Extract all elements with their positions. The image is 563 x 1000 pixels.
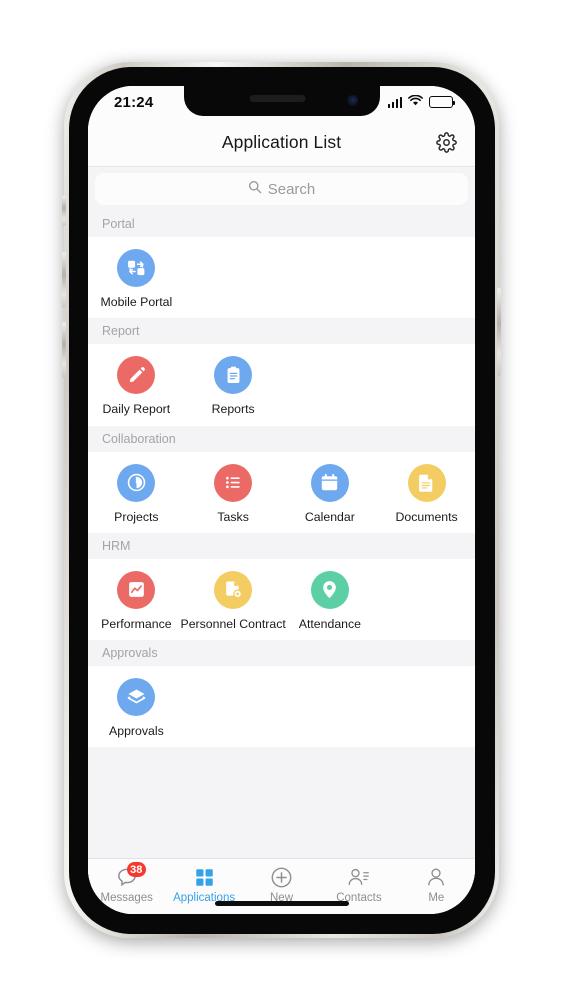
app-label: Performance [101, 616, 172, 631]
mute-switch-button[interactable] [62, 196, 66, 226]
section-header: Collaboration [88, 425, 475, 452]
chart-line-icon [117, 570, 156, 609]
app-item-daily-report[interactable]: Daily Report [88, 356, 185, 417]
section-header: Portal [88, 211, 475, 237]
search-placeholder: Search [267, 180, 316, 198]
app-label: Documents [395, 509, 458, 524]
location-pin-icon [310, 570, 349, 609]
tab-applications[interactable]: Applications [165, 865, 242, 905]
search-bar-container: Search [88, 167, 475, 211]
status-time: 21:24 [114, 93, 154, 111]
section-body: Daily Report Reports [88, 344, 475, 426]
power-button[interactable] [497, 288, 501, 376]
tab-messages[interactable]: 38 Messages [88, 862, 165, 905]
plus-circle-icon [270, 865, 293, 889]
search-input[interactable]: Search [95, 173, 468, 205]
front-camera-icon [346, 95, 358, 106]
tab-label: Messages [100, 892, 153, 904]
app-item-attendance[interactable]: Attendance [282, 570, 379, 631]
notification-badge: 38 [126, 862, 146, 877]
pie-clock-icon [117, 463, 156, 502]
earpiece-speaker [249, 95, 306, 102]
document-clock-icon [214, 570, 253, 609]
volume-down-button[interactable] [62, 322, 66, 378]
section-header: HRM [88, 532, 475, 559]
tab-new[interactable]: New [243, 865, 320, 905]
section-body: Mobile Portal [88, 237, 475, 319]
app-label: Reports [211, 402, 255, 417]
bullet-list-icon [214, 463, 253, 502]
sync-transfer-icon [117, 249, 156, 287]
search-icon [248, 180, 262, 199]
section-body: Performance Personnel Contract Attendance [88, 558, 475, 641]
battery-icon [429, 96, 456, 108]
tab-me[interactable]: Me [398, 865, 475, 905]
section-body: Projects Tasks Calendar Documents [88, 451, 475, 533]
pencil-icon [117, 356, 156, 395]
page-title: Application List [221, 131, 342, 152]
tab-contacts[interactable]: Contacts [320, 865, 397, 905]
section-header: Report [88, 318, 475, 345]
app-item-projects[interactable]: Projects [88, 463, 185, 524]
app-label: Projects [114, 509, 159, 524]
app-item-approvals[interactable]: Approvals [88, 678, 185, 737]
section-header: Approvals [88, 640, 475, 667]
clipboard-icon [214, 356, 253, 395]
app-label: Mobile Portal [100, 295, 173, 309]
status-indicators [387, 93, 456, 111]
gear-icon[interactable] [435, 131, 457, 153]
app-label: Attendance [298, 616, 361, 631]
document-icon [407, 463, 446, 502]
section-body: Approvals [88, 666, 475, 748]
home-indicator [214, 901, 349, 906]
app-label: Calendar [304, 509, 355, 524]
tab-label: Me [428, 892, 445, 904]
wifi-icon [408, 93, 423, 111]
app-item-reports[interactable]: Reports [185, 356, 282, 417]
cellular-signal-icon [387, 96, 402, 108]
volume-up-button[interactable] [62, 252, 66, 308]
phone-screen: 21:24 Application List Search Portal Mob… [88, 86, 475, 914]
nav-bar: Application List [88, 118, 475, 167]
application-list[interactable]: Portal Mobile Portal Report Daily Report Rep… [88, 211, 475, 858]
screenshot-stage: 21:24 Application List Search Portal Mob… [0, 0, 563, 1000]
layers-icon [117, 678, 156, 717]
person-icon [425, 865, 447, 889]
app-item-tasks[interactable]: Tasks [185, 463, 282, 524]
app-label: Personnel Contract [180, 616, 286, 631]
phone-notch [183, 86, 380, 116]
app-item-personnel-contract[interactable]: Personnel Contract [181, 570, 286, 630]
contacts-icon [347, 865, 370, 889]
app-item-performance[interactable]: Performance [88, 570, 185, 631]
app-label: Daily Report [102, 402, 171, 417]
app-item-documents[interactable]: Documents [378, 463, 475, 524]
grid-icon [194, 865, 215, 889]
app-item-mobile-portal[interactable]: Mobile Portal [88, 249, 185, 308]
app-label: Approvals [109, 724, 164, 739]
app-item-calendar[interactable]: Calendar [282, 463, 379, 524]
app-label: Tasks [217, 509, 249, 524]
chat-bubble-icon: 38 [116, 862, 146, 889]
calendar-icon [310, 463, 349, 502]
